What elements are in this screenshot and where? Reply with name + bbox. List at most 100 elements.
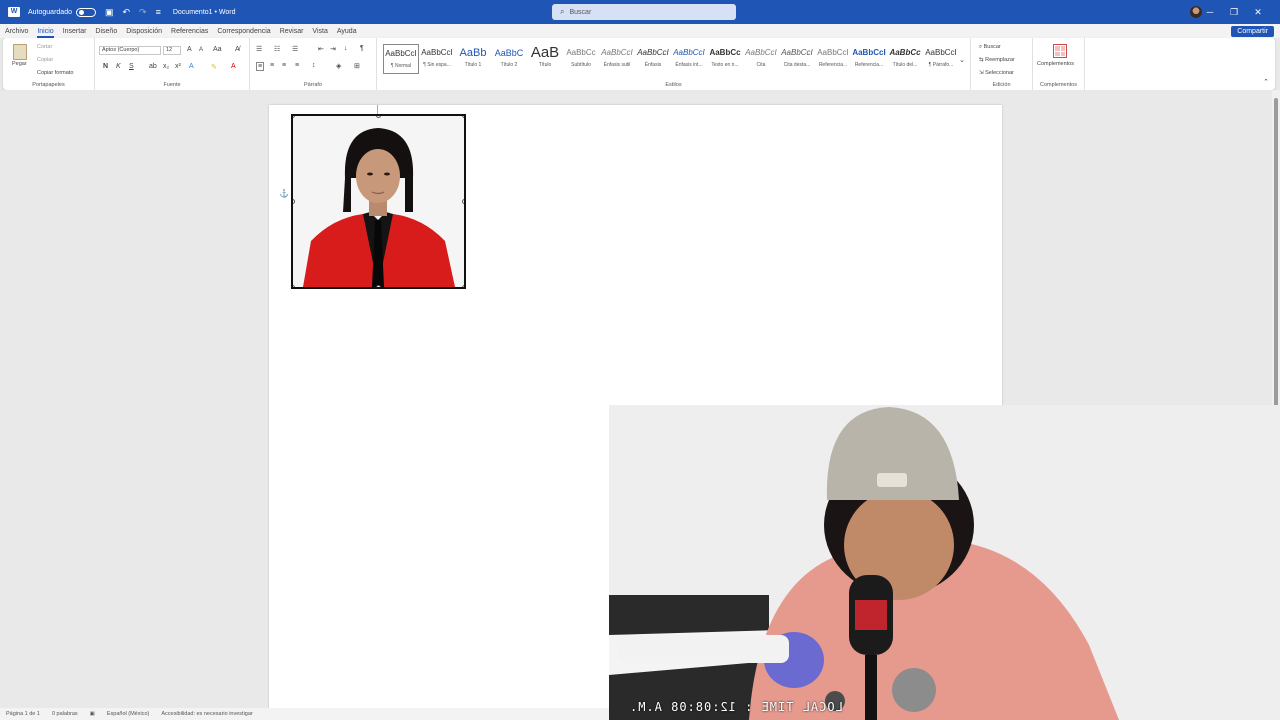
shading-icon[interactable]: ◈	[336, 62, 341, 70]
resize-handle[interactable]	[462, 116, 464, 118]
style-item[interactable]: AaBbC Título 2	[491, 44, 527, 74]
save-icon[interactable]: ▣	[105, 7, 114, 18]
search-input[interactable]: ⌕ Buscar	[552, 4, 736, 20]
minimize-icon[interactable]: ─	[1198, 7, 1222, 17]
tab-insertar[interactable]: Insertar	[63, 28, 87, 35]
style-item[interactable]: AaBbCcI Énfasis	[635, 44, 671, 74]
customize-toolbar-icon[interactable]: ≡	[156, 7, 161, 17]
word-count[interactable]: 0 palabras	[52, 711, 78, 717]
shrink-font-icon[interactable]: A	[199, 47, 203, 53]
paste-icon[interactable]	[13, 44, 27, 60]
share-button[interactable]: Compartir	[1231, 26, 1274, 37]
style-sample: AaBbCc	[709, 48, 741, 57]
style-item[interactable]: AaBbCcI Referencia...	[815, 44, 851, 74]
bold-button[interactable]: N	[103, 63, 108, 70]
restore-icon[interactable]: ❐	[1222, 7, 1246, 18]
style-item[interactable]: AaBbCc Texto en n...	[707, 44, 743, 74]
cut-button[interactable]: Cortar	[37, 44, 52, 50]
style-item[interactable]: AaBbCcI Énfasis sutil	[599, 44, 635, 74]
style-item[interactable]: AaBbCcI ¶ Párrafo...	[923, 44, 959, 74]
page-count[interactable]: Página 1 de 1	[6, 711, 40, 717]
style-item[interactable]: AaBb Título 1	[455, 44, 491, 74]
numbering-icon[interactable]: ☷	[274, 45, 280, 53]
word-app-icon: W	[8, 7, 20, 17]
highlight-icon[interactable]: ✎	[211, 63, 217, 71]
style-name: Énfasis sutil	[603, 62, 631, 68]
search-placeholder: Buscar	[569, 8, 592, 16]
collapse-ribbon-icon[interactable]: ⌃	[1263, 78, 1269, 86]
ribbon-tabs: Archivo Inicio Insertar Diseño Disposición Re…	[0, 24, 1280, 38]
decrease-indent-icon[interactable]: ⇤	[318, 45, 324, 53]
copy-button[interactable]: Copiar	[37, 57, 53, 63]
underline-button[interactable]: S	[129, 63, 134, 70]
tab-vista[interactable]: Vista	[312, 28, 327, 35]
font-color-icon[interactable]: A	[231, 63, 236, 70]
tab-archivo[interactable]: Archivo	[5, 28, 28, 35]
increase-indent-icon[interactable]: ⇥	[330, 45, 336, 53]
tab-inicio[interactable]: Inicio	[37, 28, 55, 38]
style-item[interactable]: AaB Título	[527, 44, 563, 74]
style-item[interactable]: AaBbCcI ¶ Sin espa...	[419, 44, 455, 74]
redo-icon[interactable]: ↷	[139, 7, 147, 18]
borders-icon[interactable]: ⊞	[354, 62, 360, 70]
show-marks-icon[interactable]: ¶	[360, 45, 364, 52]
style-item[interactable]: AaBbCcI Énfasis int...	[671, 44, 707, 74]
font-name-select[interactable]: Aptos (Cuerpo)	[99, 46, 161, 55]
font-size-select[interactable]: 12	[163, 46, 181, 55]
style-item[interactable]: AaBbCcI ¶ Normal	[383, 44, 419, 74]
resize-handle[interactable]	[376, 285, 381, 287]
format-painter-button[interactable]: Copiar formato	[37, 70, 73, 76]
style-item[interactable]: AaBbCcI Referencia...	[851, 44, 887, 74]
tab-diseno[interactable]: Diseño	[95, 28, 117, 35]
spellcheck-icon[interactable]: ▣	[90, 711, 95, 717]
tab-disposicion[interactable]: Disposición	[126, 28, 162, 35]
subscript-icon[interactable]: x₂	[163, 63, 169, 70]
styles-group: ⌄ Estilos AaBbCcI ¶ Normal AaBbCcI ¶ Sin es…	[377, 38, 971, 90]
select-button[interactable]: ⇲ Seleccionar	[979, 70, 1014, 76]
align-right-icon[interactable]: ≡	[282, 62, 286, 69]
style-item[interactable]: AaBbCcI Cita	[743, 44, 779, 74]
align-left-icon[interactable]: ≡	[256, 62, 265, 71]
tab-correspondencia[interactable]: Correspondencia	[217, 28, 270, 35]
language-status[interactable]: Español (México)	[107, 711, 150, 717]
style-item[interactable]: AaBbCcI Cita desta...	[779, 44, 815, 74]
addins-icon[interactable]	[1053, 44, 1067, 58]
style-name: Referencia...	[818, 62, 848, 68]
style-sample: AaBbCcI	[745, 48, 777, 57]
style-item[interactable]: AaBbCc Subtítulo	[563, 44, 599, 74]
resize-handle[interactable]	[462, 285, 464, 287]
italic-button[interactable]: K	[116, 63, 121, 70]
paste-label[interactable]: Pegar	[12, 61, 27, 67]
styles-more-icon[interactable]: ⌄	[959, 56, 965, 64]
change-case-icon[interactable]: Aa	[213, 46, 222, 53]
find-button[interactable]: ⌕ Buscar	[979, 44, 1001, 51]
style-item[interactable]: AaBbCc Título del...	[887, 44, 923, 74]
resize-handle[interactable]	[293, 285, 295, 287]
webcam-feed	[609, 405, 1280, 720]
justify-icon[interactable]: ≡	[295, 62, 299, 69]
accessibility-status[interactable]: Accesibilidad: es necesario investigar	[161, 711, 252, 717]
resize-handle[interactable]	[462, 199, 464, 204]
text-effects-icon[interactable]: A	[189, 63, 194, 70]
style-name: Título del...	[892, 62, 918, 68]
grow-font-icon[interactable]: A	[187, 46, 192, 53]
replace-button[interactable]: ⇆ Reemplazar	[979, 57, 1015, 63]
close-icon[interactable]: ✕	[1246, 7, 1270, 18]
tab-referencias[interactable]: Referencias	[171, 28, 208, 35]
addins-button[interactable]: Complementos	[1037, 61, 1074, 67]
autosave-toggle[interactable]	[75, 7, 96, 17]
style-sample: AaBbCcI	[637, 48, 669, 57]
tab-ayuda[interactable]: Ayuda	[337, 28, 357, 35]
align-center-icon[interactable]: ≡	[270, 62, 274, 69]
undo-icon[interactable]: ↶	[123, 7, 131, 18]
strikethrough-icon[interactable]: ab	[149, 63, 157, 70]
superscript-icon[interactable]: x²	[175, 63, 181, 70]
search-icon: ⌕	[560, 7, 565, 16]
sort-icon[interactable]: ↓	[344, 45, 348, 52]
tab-revisar[interactable]: Revisar	[280, 28, 304, 35]
portrait-photo[interactable]	[291, 114, 466, 289]
multilevel-list-icon[interactable]: ☰	[292, 45, 298, 53]
bullets-icon[interactable]: ☰	[256, 45, 262, 53]
clear-format-icon[interactable]: A̸	[235, 46, 240, 53]
line-spacing-icon[interactable]: ↕	[312, 62, 316, 69]
